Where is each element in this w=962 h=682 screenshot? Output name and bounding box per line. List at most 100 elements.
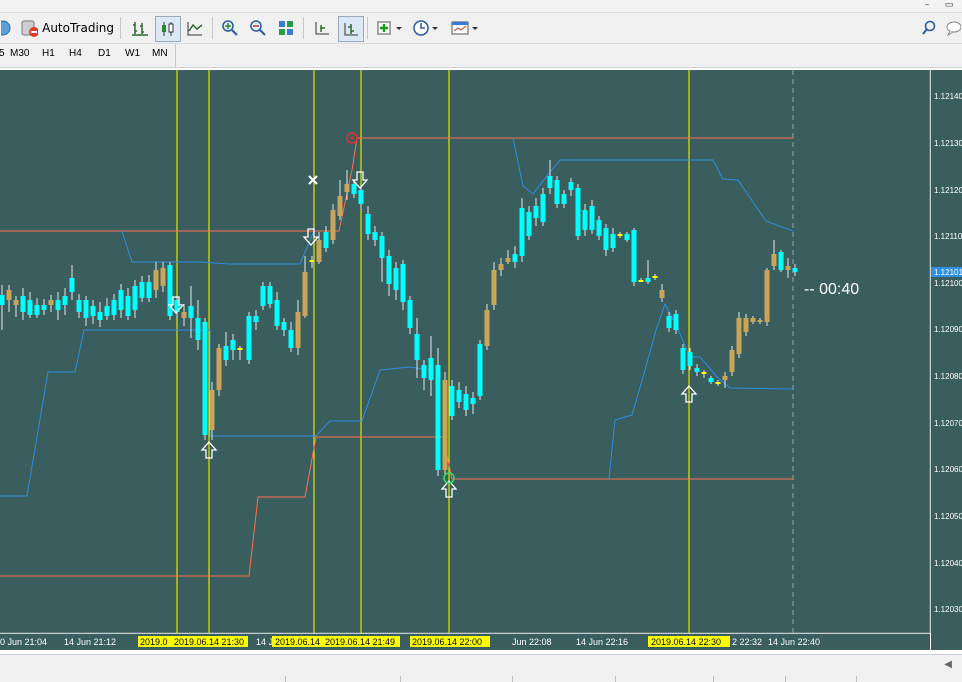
- timeframe-toolbar: 5 M30 H1 H4 D1 W1 MN: [0, 44, 962, 68]
- candle-body: [484, 310, 490, 346]
- timeframe-h1[interactable]: H1: [42, 48, 55, 59]
- window-title-strip: – ▭: [0, 0, 962, 13]
- chat-button[interactable]: [944, 16, 962, 40]
- target-circle-dot: [350, 136, 354, 140]
- vline-time-label: 2019.06.14: [275, 637, 320, 647]
- candle[interactable]: [680, 344, 686, 374]
- candle-body: [230, 340, 236, 350]
- tile-windows-icon: [279, 21, 293, 35]
- bar-chart-button[interactable]: [128, 16, 152, 40]
- candle-body: [202, 322, 208, 435]
- candle-body: [631, 230, 637, 282]
- candle-body: [337, 196, 343, 216]
- line-chart-icon: [187, 22, 203, 36]
- current-price-label: 1.12101: [934, 268, 962, 277]
- candle-body: [139, 282, 145, 298]
- candle[interactable]: [260, 282, 266, 310]
- timeframe-fragment[interactable]: 5: [0, 48, 5, 59]
- zoom-in-button[interactable]: [218, 16, 242, 40]
- indicators-button[interactable]: [374, 16, 406, 40]
- candle-body: [20, 296, 26, 312]
- candle-body: [76, 300, 82, 312]
- candle[interactable]: [554, 176, 560, 208]
- candle-body: [589, 206, 595, 230]
- candle-body: [764, 270, 770, 322]
- candle-body: [344, 184, 350, 192]
- minimize-button[interactable]: –: [918, 0, 936, 11]
- search-button[interactable]: [918, 16, 940, 40]
- candle-body: [267, 286, 273, 304]
- price-label: 1.12070: [934, 419, 962, 428]
- candle-body: [253, 316, 259, 322]
- candle-body: [617, 234, 623, 236]
- tile-windows-button[interactable]: [274, 16, 298, 40]
- candle[interactable]: [764, 268, 770, 326]
- restore-button[interactable]: ▭: [940, 0, 958, 11]
- candle[interactable]: [202, 318, 208, 440]
- globe-icon[interactable]: [0, 16, 14, 40]
- candle-body: [274, 300, 280, 326]
- price-label: 1.12040: [934, 559, 962, 568]
- zoom-in-icon: [222, 20, 238, 36]
- candle-body: [715, 382, 721, 384]
- timeframe-h4[interactable]: H4: [69, 48, 82, 59]
- templates-button[interactable]: [448, 16, 482, 40]
- chart-shift-icon: [315, 22, 329, 35]
- chat-icon: [946, 21, 961, 36]
- price-label: 1.12120: [934, 186, 962, 195]
- candle-body: [351, 184, 357, 194]
- candle-body: [41, 305, 47, 310]
- price-chart[interactable]: 1.12140 1.12130 1.12120 1.12110 1.12100 …: [0, 68, 962, 654]
- vline-time-label: 2019.0: [140, 637, 168, 647]
- candle-body: [104, 306, 110, 316]
- candle-body: [554, 180, 560, 204]
- scroll-left-icon[interactable]: ◀: [944, 659, 952, 670]
- candle[interactable]: [736, 312, 742, 358]
- bar-chart-icon: [132, 22, 148, 36]
- candle-body: [659, 290, 665, 298]
- candle-body: [400, 264, 406, 302]
- candle[interactable]: [484, 304, 490, 350]
- chart-shift-button[interactable]: [310, 16, 334, 40]
- bar-countdown: -- 00:40: [804, 281, 859, 298]
- templates-icon: [451, 21, 478, 35]
- candle[interactable]: [442, 372, 448, 474]
- candle[interactable]: [575, 184, 581, 240]
- periods-button[interactable]: [410, 16, 442, 40]
- candle-body: [792, 268, 798, 272]
- candle[interactable]: [449, 380, 455, 420]
- candle-body: [505, 258, 511, 262]
- autoscroll-button[interactable]: [338, 16, 364, 42]
- chart-area[interactable]: [0, 70, 930, 633]
- candle-body: [442, 380, 448, 470]
- candle-body: [491, 270, 497, 305]
- zoom-out-button[interactable]: [246, 16, 270, 40]
- chart-window[interactable]: 1.12140 1.12130 1.12120 1.12110 1.12100 …: [0, 68, 962, 654]
- candle[interactable]: [330, 204, 336, 244]
- candle[interactable]: [167, 262, 173, 320]
- timeframe-mn[interactable]: MN: [152, 48, 168, 59]
- candle-body: [13, 300, 19, 305]
- candle-body: [386, 256, 392, 284]
- autotrading-button[interactable]: AutoTrading: [20, 16, 114, 40]
- line-chart-button[interactable]: [183, 16, 207, 40]
- chart-scrollbar[interactable]: ◀: [0, 654, 962, 682]
- candle-body: [785, 266, 791, 270]
- timeframe-d1[interactable]: D1: [98, 48, 111, 59]
- candle[interactable]: [778, 250, 784, 272]
- candle[interactable]: [631, 228, 637, 286]
- candle-body: [673, 314, 679, 330]
- candlestick-button[interactable]: [155, 16, 181, 42]
- candle[interactable]: [216, 344, 222, 396]
- candle[interactable]: [477, 340, 483, 400]
- candle[interactable]: [246, 312, 252, 364]
- candle-body: [722, 376, 728, 380]
- candle[interactable]: [729, 346, 735, 376]
- candle-body: [428, 358, 434, 380]
- candle-body: [526, 212, 532, 236]
- candle[interactable]: [435, 348, 441, 476]
- timeframe-w1[interactable]: W1: [125, 48, 140, 59]
- candle-body: [83, 300, 89, 318]
- candle-body: [323, 232, 329, 248]
- timeframe-m30[interactable]: M30: [10, 48, 29, 59]
